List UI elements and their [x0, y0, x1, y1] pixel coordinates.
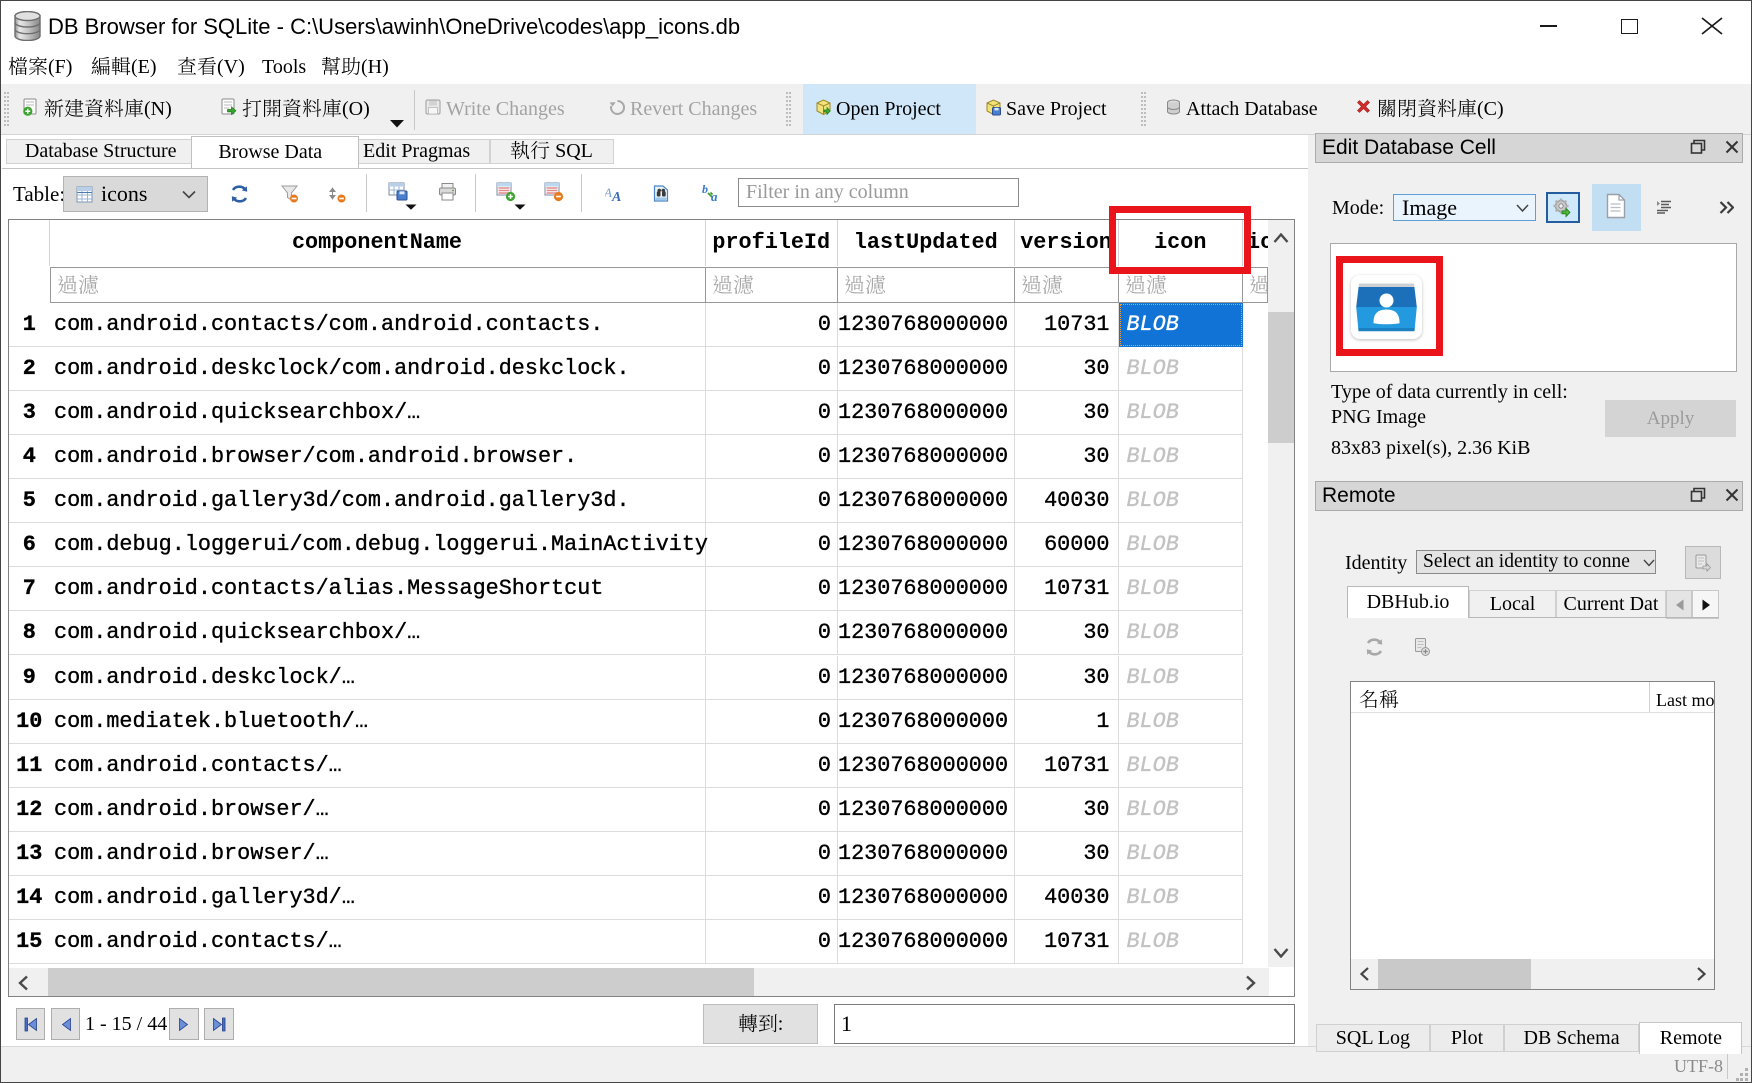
- svg-text:a: a: [711, 189, 718, 202]
- svg-text:A: A: [605, 185, 612, 200]
- svg-text:b: b: [702, 184, 708, 196]
- svg-text:A: A: [611, 190, 621, 202]
